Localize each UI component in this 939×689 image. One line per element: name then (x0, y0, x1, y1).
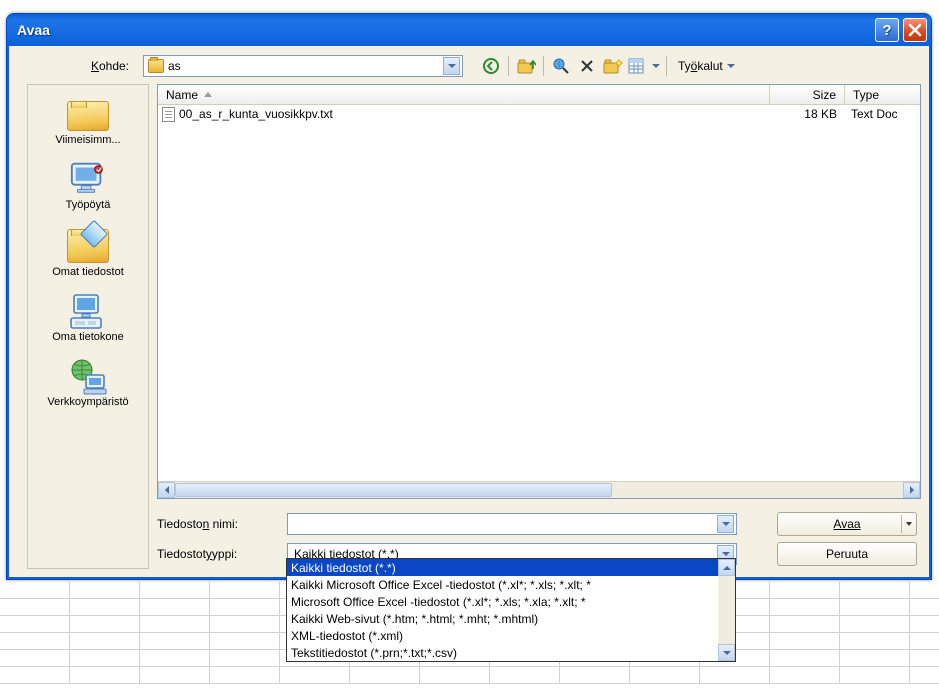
window-title: Avaa (17, 22, 871, 38)
cancel-button[interactable]: Peruuta (777, 542, 917, 566)
column-type[interactable]: Type (845, 85, 920, 104)
dropdown-scroll-down[interactable] (718, 644, 735, 661)
place-recent-label: Viimeisimm... (55, 134, 120, 146)
open-file-dialog: Avaa ? Kohde: as (6, 13, 932, 580)
place-mydocs-label: Omat tiedostot (52, 266, 124, 278)
new-folder-button[interactable] (601, 54, 625, 78)
lookin-dropdown-button[interactable] (443, 57, 460, 75)
titlebar[interactable]: Avaa ? (7, 14, 931, 46)
scroll-left-button[interactable] (158, 482, 175, 498)
filetype-option[interactable]: XML-tiedostot (*.xml) (287, 627, 718, 644)
open-button[interactable]: Avaa (777, 512, 917, 536)
filetype-option[interactable]: Kaikki Web-sivut (*.htm; *.html; *.mht; … (287, 610, 718, 627)
place-desktop-label: Työpöytä (66, 199, 111, 211)
column-size[interactable]: Size (770, 85, 845, 104)
place-desktop[interactable]: Työpöytä (28, 158, 148, 213)
network-icon (68, 357, 108, 393)
dropdown-scroll-up[interactable] (718, 559, 735, 576)
tools-menu[interactable]: Työkalut (672, 59, 737, 73)
place-mydocs[interactable]: Omat tiedostot (28, 223, 148, 280)
filetype-option[interactable]: Kaikki tiedostot (*.*) (287, 559, 718, 576)
filetype-option[interactable]: Kaikki Microsoft Office Excel -tiedostot… (287, 576, 718, 593)
up-one-level-button[interactable] (514, 54, 538, 78)
desktop-icon (68, 160, 108, 196)
place-recent[interactable]: Viimeisimm... (28, 93, 148, 148)
filetype-dropdown-list[interactable]: Kaikki tiedostot (*.*) Kaikki Microsoft … (286, 558, 736, 662)
scroll-thumb[interactable] (175, 483, 612, 497)
place-mycomputer[interactable]: Oma tietokone (28, 290, 148, 345)
place-mycomputer-label: Oma tietokone (52, 331, 124, 343)
lookin-value: as (168, 59, 439, 73)
views-button[interactable] (627, 54, 661, 78)
place-network[interactable]: Verkkoympäristö (28, 355, 148, 410)
sort-ascending-icon (204, 92, 212, 97)
search-web-button[interactable] (549, 54, 573, 78)
help-button[interactable]: ? (875, 18, 899, 42)
places-bar: Viimeisimm... Työpöytä (27, 84, 149, 569)
filename-input[interactable] (287, 513, 737, 535)
filename-dropdown-button[interactable] (717, 515, 734, 533)
scroll-right-button[interactable] (903, 482, 920, 498)
tools-label: Työkalut (678, 59, 723, 73)
mycomputer-icon (68, 292, 108, 328)
horizontal-scrollbar[interactable] (158, 481, 920, 498)
filename-label: Tiedoston nimi: (157, 517, 287, 531)
filetype-option[interactable]: Microsoft Office Excel -tiedostot (*.xl*… (287, 593, 718, 610)
file-type: Text Doc (845, 107, 920, 121)
scroll-track[interactable] (175, 482, 903, 498)
mydocs-icon (67, 229, 109, 263)
file-row[interactable]: 00_as_r_kunta_vuosikkpv.txt 18 KB Text D… (158, 105, 920, 123)
delete-button[interactable] (575, 54, 599, 78)
lookin-combo[interactable]: as (143, 55, 463, 77)
column-name[interactable]: Name (158, 85, 770, 104)
folder-recent-icon (67, 101, 109, 131)
textfile-icon (162, 107, 175, 122)
filetype-label: Tiedostotyyppi: (157, 547, 287, 561)
folder-icon (148, 59, 164, 73)
place-network-label: Verkkoympäristö (47, 396, 128, 408)
file-list-header: Name Size Type (158, 85, 920, 105)
back-button[interactable] (479, 54, 503, 78)
lookin-label: Kohde: (37, 59, 137, 73)
file-list[interactable]: Name Size Type 00_as_r_kunta_vuosikkpv.t… (157, 84, 921, 499)
file-name: 00_as_r_kunta_vuosikkpv.txt (179, 107, 333, 121)
dropdown-vertical-scrollbar[interactable] (718, 559, 735, 661)
file-size: 18 KB (770, 107, 845, 121)
filetype-option[interactable]: Tekstitiedostot (*.prn;*.txt;*.csv) (287, 644, 718, 661)
close-button[interactable] (903, 18, 927, 42)
